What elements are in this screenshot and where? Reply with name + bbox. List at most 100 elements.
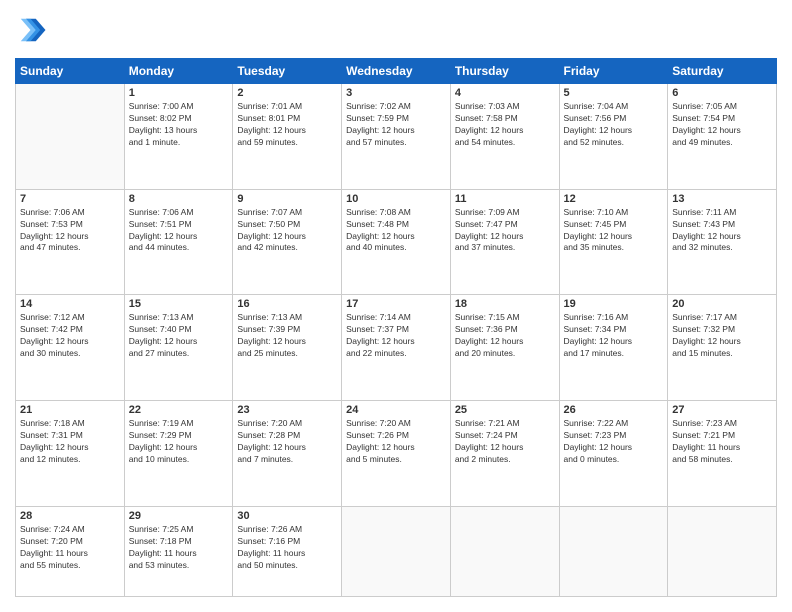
- calendar-cell: [450, 506, 559, 596]
- day-number: 2: [237, 87, 337, 99]
- day-number: 13: [672, 193, 772, 205]
- calendar-cell: 22Sunrise: 7:19 AMSunset: 7:29 PMDayligh…: [124, 401, 233, 507]
- day-info: Sunrise: 7:11 AMSunset: 7:43 PMDaylight:…: [672, 207, 772, 255]
- day-info: Sunrise: 7:21 AMSunset: 7:24 PMDaylight:…: [455, 418, 555, 466]
- weekday-header-sunday: Sunday: [16, 59, 125, 84]
- day-number: 26: [564, 404, 664, 416]
- weekday-header-thursday: Thursday: [450, 59, 559, 84]
- day-number: 6: [672, 87, 772, 99]
- day-info: Sunrise: 7:20 AMSunset: 7:28 PMDaylight:…: [237, 418, 337, 466]
- calendar-cell: 26 Sunrise: 7:22 AMSunset: 7:23 PMDayligh…: [559, 401, 668, 507]
- calendar-cell: 27 Sunrise: 7:23 AMSunset: 7:21 PMDayligh…: [668, 401, 777, 507]
- weekday-header-row: SundayMondayTuesdayWednesdayThursdayFrid…: [16, 59, 777, 84]
- day-number: 22: [129, 404, 229, 416]
- calendar-week-3: 14 Sunrise: 7:12 AMSunset: 7:42 PMDayligh…: [16, 295, 777, 401]
- logo-icon: [17, 15, 47, 45]
- day-info: Sunrise: 7:05 AMSunset: 7:54 PMDaylight:…: [672, 101, 772, 149]
- calendar-cell: 17Sunrise: 7:14 AMSunset: 7:37 PMDayligh…: [342, 295, 451, 401]
- calendar-cell: 8 Sunrise: 7:06 AMSunset: 7:51 PMDaylight…: [124, 189, 233, 295]
- day-info: Sunrise: 7:24 AMSunset: 7:20 PMDaylight:…: [20, 524, 120, 572]
- calendar-cell: 4Sunrise: 7:03 AMSunset: 7:58 PMDaylight…: [450, 84, 559, 190]
- weekday-header-monday: Monday: [124, 59, 233, 84]
- day-info: Sunrise: 7:04 AMSunset: 7:56 PMDaylight:…: [564, 101, 664, 149]
- calendar-cell: 6 Sunrise: 7:05 AMSunset: 7:54 PMDaylight…: [668, 84, 777, 190]
- day-number: 27: [672, 404, 772, 416]
- day-info: Sunrise: 7:10 AMSunset: 7:45 PMDaylight:…: [564, 207, 664, 255]
- calendar-cell: [559, 506, 668, 596]
- day-info: Sunrise: 7:17 AMSunset: 7:32 PMDaylight:…: [672, 312, 772, 360]
- day-number: 25: [455, 404, 555, 416]
- day-number: 14: [20, 298, 120, 310]
- day-number: 17: [346, 298, 446, 310]
- calendar-cell: 13 Sunrise: 7:11 AMSunset: 7:43 PMDayligh…: [668, 189, 777, 295]
- day-number: 18: [455, 298, 555, 310]
- day-number: 5: [564, 87, 664, 99]
- calendar-cell: 18Sunrise: 7:15 AMSunset: 7:36 PMDayligh…: [450, 295, 559, 401]
- day-info: Sunrise: 7:02 AMSunset: 7:59 PMDaylight:…: [346, 101, 446, 149]
- weekday-header-friday: Friday: [559, 59, 668, 84]
- day-number: 9: [237, 193, 337, 205]
- weekday-header-tuesday: Tuesday: [233, 59, 342, 84]
- day-info: Sunrise: 7:13 AMSunset: 7:39 PMDaylight:…: [237, 312, 337, 360]
- day-number: 23: [237, 404, 337, 416]
- day-info: Sunrise: 7:12 AMSunset: 7:42 PMDaylight:…: [20, 312, 120, 360]
- calendar-week-2: 7 Sunrise: 7:06 AMSunset: 7:53 PMDaylight…: [16, 189, 777, 295]
- day-info: Sunrise: 7:06 AMSunset: 7:53 PMDaylight:…: [20, 207, 120, 255]
- day-number: 19: [564, 298, 664, 310]
- day-info: Sunrise: 7:06 AMSunset: 7:51 PMDaylight:…: [129, 207, 229, 255]
- calendar-cell: 24 Sunrise: 7:20 AMSunset: 7:26 PMDayligh…: [342, 401, 451, 507]
- day-info: Sunrise: 7:16 AMSunset: 7:34 PMDaylight:…: [564, 312, 664, 360]
- calendar-cell: 1 Sunrise: 7:00 AMSunset: 8:02 PMDaylight…: [124, 84, 233, 190]
- calendar-cell: 15 Sunrise: 7:13 AMSunset: 7:40 PMDayligh…: [124, 295, 233, 401]
- weekday-header-wednesday: Wednesday: [342, 59, 451, 84]
- calendar-cell: 5 Sunrise: 7:04 AMSunset: 7:56 PMDaylight…: [559, 84, 668, 190]
- day-number: 20: [672, 298, 772, 310]
- calendar-table: SundayMondayTuesdayWednesdayThursdayFrid…: [15, 58, 777, 597]
- calendar-cell: 20 Sunrise: 7:17 AMSunset: 7:32 PMDayligh…: [668, 295, 777, 401]
- day-info: Sunrise: 7:07 AMSunset: 7:50 PMDaylight:…: [237, 207, 337, 255]
- day-info: Sunrise: 7:13 AMSunset: 7:40 PMDaylight:…: [129, 312, 229, 360]
- calendar-cell: 29Sunrise: 7:25 AMSunset: 7:18 PMDayligh…: [124, 506, 233, 596]
- calendar-week-5: 28 Sunrise: 7:24 AMSunset: 7:20 PMDayligh…: [16, 506, 777, 596]
- day-number: 12: [564, 193, 664, 205]
- day-info: Sunrise: 7:26 AMSunset: 7:16 PMDaylight:…: [237, 524, 337, 572]
- day-number: 1: [129, 87, 229, 99]
- calendar-cell: 23 Sunrise: 7:20 AMSunset: 7:28 PMDayligh…: [233, 401, 342, 507]
- calendar-cell: 9 Sunrise: 7:07 AMSunset: 7:50 PMDaylight…: [233, 189, 342, 295]
- day-number: 8: [129, 193, 229, 205]
- calendar-cell: 12 Sunrise: 7:10 AMSunset: 7:45 PMDayligh…: [559, 189, 668, 295]
- day-info: Sunrise: 7:23 AMSunset: 7:21 PMDaylight:…: [672, 418, 772, 466]
- calendar-cell: 28 Sunrise: 7:24 AMSunset: 7:20 PMDayligh…: [16, 506, 125, 596]
- calendar-cell: 16Sunrise: 7:13 AMSunset: 7:39 PMDayligh…: [233, 295, 342, 401]
- day-info: Sunrise: 7:22 AMSunset: 7:23 PMDaylight:…: [564, 418, 664, 466]
- day-info: Sunrise: 7:01 AMSunset: 8:01 PMDaylight:…: [237, 101, 337, 149]
- weekday-header-saturday: Saturday: [668, 59, 777, 84]
- day-number: 21: [20, 404, 120, 416]
- day-number: 15: [129, 298, 229, 310]
- day-number: 28: [20, 510, 120, 522]
- header: [15, 15, 777, 50]
- day-info: Sunrise: 7:25 AMSunset: 7:18 PMDaylight:…: [129, 524, 229, 572]
- calendar-cell: 7 Sunrise: 7:06 AMSunset: 7:53 PMDaylight…: [16, 189, 125, 295]
- calendar-cell: 10Sunrise: 7:08 AMSunset: 7:48 PMDayligh…: [342, 189, 451, 295]
- day-number: 24: [346, 404, 446, 416]
- calendar-week-4: 21Sunrise: 7:18 AMSunset: 7:31 PMDayligh…: [16, 401, 777, 507]
- day-number: 3: [346, 87, 446, 99]
- calendar-cell: 11 Sunrise: 7:09 AMSunset: 7:47 PMDayligh…: [450, 189, 559, 295]
- calendar-cell: [668, 506, 777, 596]
- day-number: 30: [237, 510, 337, 522]
- calendar-cell: 30 Sunrise: 7:26 AMSunset: 7:16 PMDayligh…: [233, 506, 342, 596]
- day-info: Sunrise: 7:00 AMSunset: 8:02 PMDaylight:…: [129, 101, 229, 149]
- calendar-cell: 25 Sunrise: 7:21 AMSunset: 7:24 PMDayligh…: [450, 401, 559, 507]
- calendar-cell: 3 Sunrise: 7:02 AMSunset: 7:59 PMDaylight…: [342, 84, 451, 190]
- page: SundayMondayTuesdayWednesdayThursdayFrid…: [0, 0, 792, 612]
- day-info: Sunrise: 7:09 AMSunset: 7:47 PMDaylight:…: [455, 207, 555, 255]
- day-info: Sunrise: 7:20 AMSunset: 7:26 PMDaylight:…: [346, 418, 446, 466]
- day-number: 4: [455, 87, 555, 99]
- day-number: 7: [20, 193, 120, 205]
- calendar-cell: 14 Sunrise: 7:12 AMSunset: 7:42 PMDayligh…: [16, 295, 125, 401]
- day-number: 11: [455, 193, 555, 205]
- calendar-cell: 2 Sunrise: 7:01 AMSunset: 8:01 PMDaylight…: [233, 84, 342, 190]
- logo: [15, 15, 47, 50]
- calendar-cell: 19 Sunrise: 7:16 AMSunset: 7:34 PMDayligh…: [559, 295, 668, 401]
